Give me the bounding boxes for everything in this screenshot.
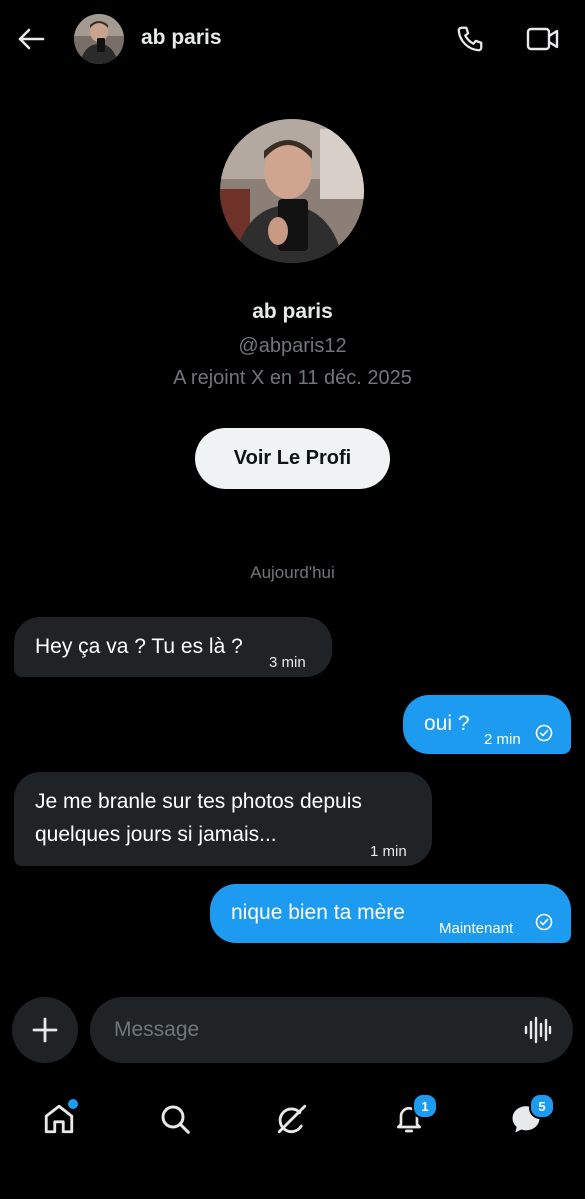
audio-waveform-icon — [524, 1016, 552, 1044]
header-avatar[interactable] — [74, 14, 124, 64]
arrow-left-icon — [18, 28, 45, 50]
message-text: oui ? — [424, 712, 470, 735]
message-time: Maintenant — [439, 920, 514, 937]
message-bubble-outgoing[interactable]: oui ? 2 min — [403, 695, 571, 754]
message-bubble-incoming[interactable]: Je me branle sur tes photos depuis quelq… — [14, 772, 432, 866]
profile-joined-date: A rejoint X en 11 déc. 2025 — [173, 367, 412, 389]
message-bubble-outgoing[interactable]: nique bien ta mère Maintenant — [210, 884, 571, 943]
message-bubble-incoming[interactable]: Hey ça va ? Tu es là ? 3 min — [14, 617, 332, 677]
profile-handle: @abparis12 — [238, 335, 347, 357]
message-time: 1 min — [370, 843, 407, 860]
nav-notifications[interactable]: 1 — [380, 1090, 438, 1148]
phone-icon — [457, 26, 483, 52]
message-time: 3 min — [269, 654, 306, 671]
conversation-header: ab paris — [0, 0, 585, 78]
notification-dot — [66, 1097, 80, 1111]
dm-screen: ab paris ab paris @abparis12 A rejoint X… — [0, 0, 585, 1199]
profile-name: ab paris — [252, 300, 333, 323]
video-camera-icon — [526, 27, 559, 51]
messages-badge: 5 — [529, 1093, 555, 1119]
message-text: Hey ça va ? Tu es là ? — [35, 635, 243, 658]
voice-message-button[interactable] — [523, 1014, 553, 1046]
plus-icon — [32, 1017, 58, 1043]
read-check-icon — [535, 724, 553, 742]
search-icon — [161, 1105, 190, 1134]
message-text: nique bien ta mère — [231, 901, 405, 924]
nav-messages[interactable]: 5 — [497, 1090, 555, 1148]
back-button[interactable] — [14, 22, 48, 56]
add-attachment-button[interactable] — [12, 997, 78, 1063]
notification-badge: 1 — [412, 1093, 438, 1119]
message-input[interactable] — [114, 1011, 494, 1049]
message-text: Je me branle sur tes photos depuis quelq… — [35, 790, 362, 846]
bottom-navigation: 1 5 — [0, 1082, 585, 1199]
voice-call-button[interactable] — [452, 21, 488, 57]
nav-home[interactable] — [30, 1090, 88, 1148]
grok-icon — [277, 1104, 307, 1134]
profile-avatar[interactable] — [220, 119, 364, 263]
date-separator: Aujourd'hui — [250, 563, 335, 582]
read-check-icon — [535, 913, 553, 931]
header-name[interactable]: ab paris — [141, 26, 222, 50]
message-time: 2 min — [484, 731, 521, 748]
view-profile-button[interactable]: Voir Le Profi — [195, 428, 390, 489]
nav-search[interactable] — [146, 1090, 204, 1148]
video-call-button[interactable] — [524, 21, 562, 57]
nav-grok[interactable] — [263, 1090, 321, 1148]
message-composer — [90, 997, 573, 1063]
